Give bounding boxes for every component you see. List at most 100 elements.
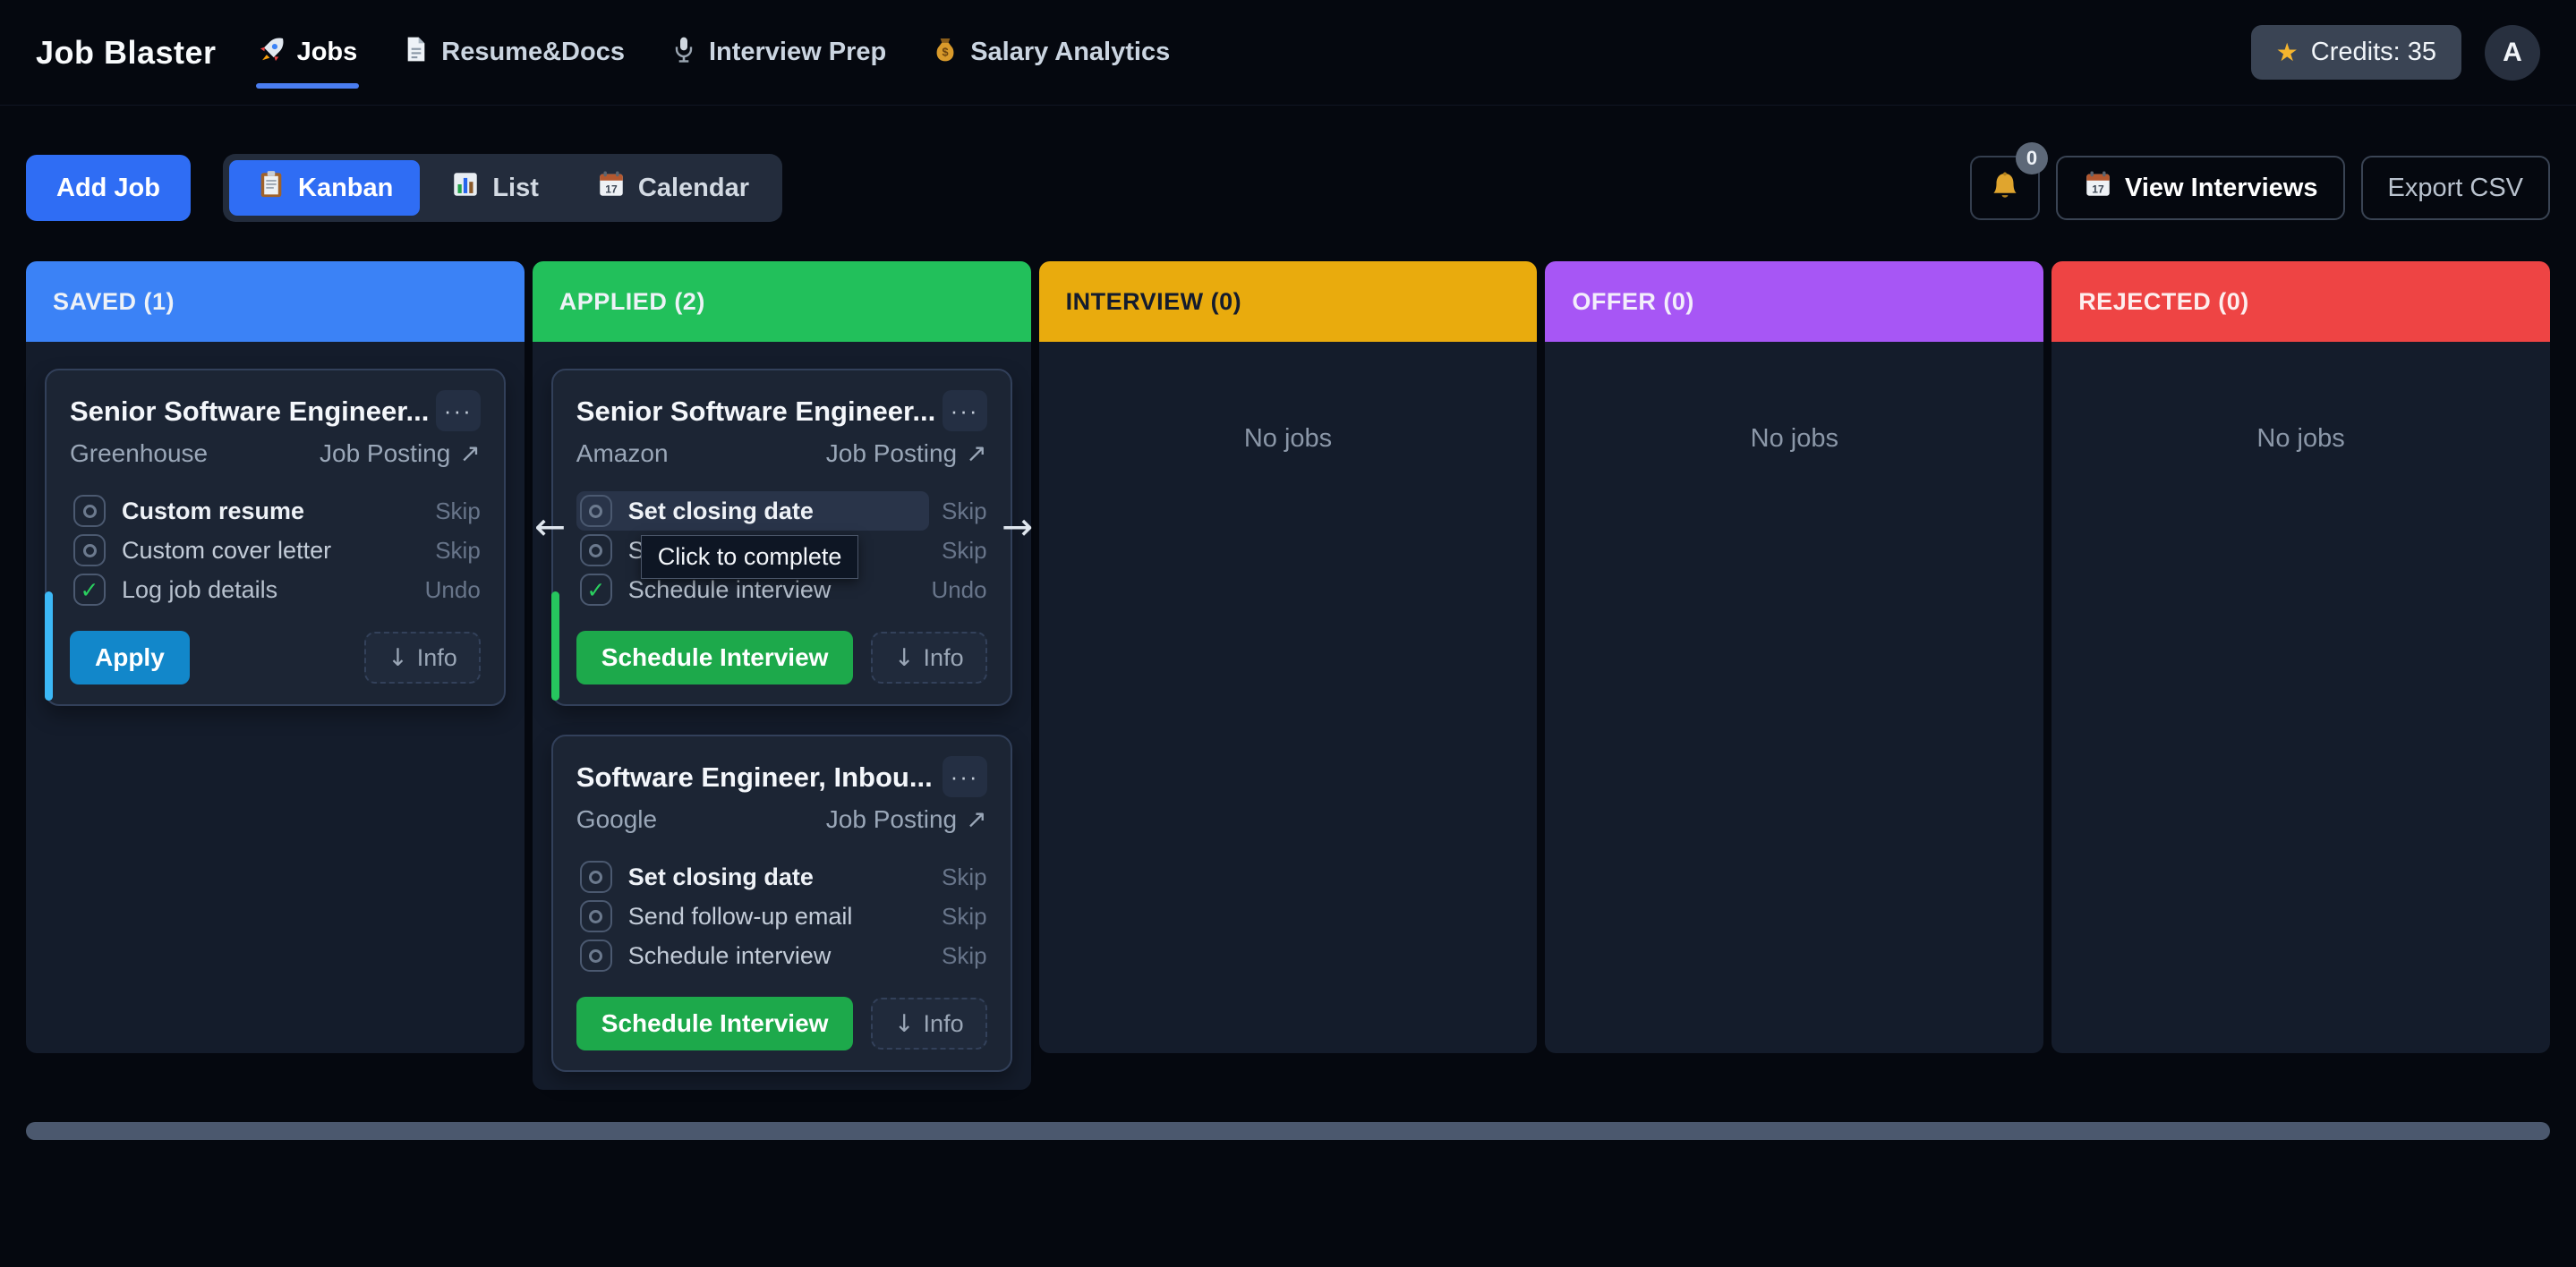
move-card-left-arrow[interactable]: ← (534, 505, 566, 548)
checkbox-checked-icon[interactable]: ✓ (580, 574, 612, 606)
scrollbar-thumb[interactable] (26, 1122, 2550, 1140)
checkbox-checked-icon[interactable]: ✓ (73, 574, 106, 606)
task-toggle[interactable]: Set closing date (576, 857, 929, 897)
view-interviews-button[interactable]: 17 View Interviews (2056, 156, 2344, 220)
notification-badge: 0 (2016, 142, 2048, 174)
task-toggle[interactable]: Send follow-up email (576, 897, 929, 936)
document-icon (402, 35, 431, 71)
view-calendar[interactable]: 17 Calendar (569, 160, 776, 216)
calendar-icon: 17 (596, 169, 627, 207)
job-card-greenhouse[interactable]: Senior Software Engineer... ··· Greenhou… (45, 369, 506, 706)
job-title: Senior Software Engineer... (576, 390, 935, 428)
credits-button[interactable]: ★ Credits: 35 (2251, 25, 2461, 80)
task-row: ✓ Log job details Undo (70, 570, 481, 609)
task-row: Schedule interview Skip (576, 936, 987, 975)
avatar[interactable]: A (2485, 25, 2540, 81)
app-header: Job Blaster Jobs Resume&Docs Interview P… (0, 0, 2576, 106)
company-name: Google (576, 805, 657, 834)
job-posting-link[interactable]: Job Posting↗ (320, 438, 481, 468)
undo-link[interactable]: Undo (413, 576, 481, 604)
info-button[interactable]: ↓ Info (364, 632, 481, 684)
column-interview: INTERVIEW (0) No jobs (1039, 261, 1538, 1053)
export-csv-button[interactable]: Export CSV (2361, 156, 2551, 220)
external-link-icon: ↗ (966, 438, 986, 468)
tab-resume-docs[interactable]: Resume&Docs (400, 22, 627, 83)
main-nav: Jobs Resume&Docs Interview Prep $ Salary… (256, 22, 1173, 83)
down-arrow-icon: ↓ (894, 1010, 915, 1038)
skip-link[interactable]: Skip (929, 497, 987, 525)
view-label: Calendar (638, 174, 749, 203)
bell-icon (1988, 170, 2022, 207)
empty-column-text: No jobs (2070, 424, 2531, 454)
column-body-saved: Senior Software Engineer... ··· Greenhou… (26, 342, 525, 1053)
undo-link[interactable]: Undo (918, 576, 986, 604)
tab-salary-analytics[interactable]: $ Salary Analytics (929, 22, 1172, 83)
microphone-icon (670, 35, 698, 71)
calendar-icon: 17 (2083, 169, 2113, 207)
schedule-interview-button[interactable]: Schedule Interview (576, 631, 854, 685)
checkbox-icon[interactable] (580, 534, 612, 566)
add-job-button[interactable]: Add Job (26, 155, 191, 221)
job-card-amazon[interactable]: Senior Software Engineer... ··· Amazon J… (551, 369, 1012, 706)
apply-button[interactable]: Apply (70, 631, 190, 685)
task-checklist: Set closing date Skip Send follow-up ema… (576, 857, 987, 975)
view-kanban[interactable]: Kanban (229, 160, 420, 216)
card-menu-button[interactable]: ··· (436, 390, 481, 431)
external-link-icon: ↗ (459, 438, 480, 468)
job-posting-link[interactable]: Job Posting↗ (826, 438, 987, 468)
task-toggle[interactable]: ✓ Log job details (70, 570, 413, 609)
view-label: Kanban (298, 174, 393, 203)
task-row: Set closing date Skip (576, 857, 987, 897)
skip-link[interactable]: Skip (929, 942, 987, 970)
toolbar: Add Job Kanban List 17 Calendar 0 17 Vie… (26, 154, 2550, 222)
tab-interview-prep[interactable]: Interview Prep (668, 22, 888, 83)
job-card-google[interactable]: Software Engineer, Inbou... ··· Google J… (551, 735, 1012, 1072)
app-title: Job Blaster (36, 34, 217, 72)
task-row: Send follow-up email Skip (576, 897, 987, 936)
skip-link[interactable]: Skip (422, 537, 481, 565)
column-header-interview: INTERVIEW (0) (1039, 261, 1538, 342)
tab-label: Salary Analytics (970, 38, 1170, 67)
checkbox-icon[interactable] (580, 940, 612, 972)
card-menu-button[interactable]: ··· (943, 390, 987, 431)
skip-link[interactable]: Skip (422, 497, 481, 525)
tab-label: Jobs (297, 38, 358, 67)
schedule-interview-button[interactable]: Schedule Interview (576, 997, 854, 1050)
progress-accent-bar (45, 591, 53, 701)
task-toggle[interactable]: Custom resume (70, 491, 422, 531)
checkbox-icon[interactable] (580, 495, 612, 527)
move-card-right-arrow[interactable]: → (1002, 505, 1033, 548)
bar-chart-icon (450, 169, 481, 207)
task-toggle[interactable]: Schedule interview (576, 936, 929, 975)
checkbox-icon[interactable] (73, 495, 106, 527)
checkbox-icon[interactable] (580, 861, 612, 893)
checkbox-icon[interactable] (580, 900, 612, 932)
info-button[interactable]: ↓ Info (871, 998, 987, 1050)
card-menu-button[interactable]: ··· (943, 756, 987, 797)
company-name: Amazon (576, 439, 669, 468)
tab-label: Resume&Docs (441, 38, 625, 67)
task-toggle[interactable]: Custom cover letter (70, 531, 422, 570)
skip-link[interactable]: Skip (929, 863, 987, 891)
notifications-button[interactable]: 0 (1970, 156, 2040, 220)
info-button[interactable]: ↓ Info (871, 632, 987, 684)
task-row-hovered: Set closing date Skip (576, 491, 987, 531)
down-arrow-icon: ↓ (388, 644, 408, 672)
job-posting-link[interactable]: Job Posting↗ (826, 804, 987, 834)
moneybag-icon: $ (931, 35, 960, 71)
task-row: Custom cover letter Skip (70, 531, 481, 570)
view-switcher: Kanban List 17 Calendar (223, 154, 782, 222)
tab-label: Interview Prep (709, 38, 886, 67)
column-applied: APPLIED (2) Senior Software Engineer... … (533, 261, 1031, 1090)
progress-accent-bar (551, 591, 559, 701)
task-row: Custom resume Skip (70, 491, 481, 531)
view-list[interactable]: List (423, 160, 566, 216)
company-name: Greenhouse (70, 439, 208, 468)
task-toggle[interactable]: Set closing date (576, 491, 929, 531)
task-checklist: Custom resume Skip Custom cover letter S… (70, 491, 481, 609)
checkbox-icon[interactable] (73, 534, 106, 566)
job-title: Senior Software Engineer... (70, 390, 429, 428)
tab-jobs[interactable]: Jobs (256, 22, 360, 83)
skip-link[interactable]: Skip (929, 537, 987, 565)
skip-link[interactable]: Skip (929, 903, 987, 931)
